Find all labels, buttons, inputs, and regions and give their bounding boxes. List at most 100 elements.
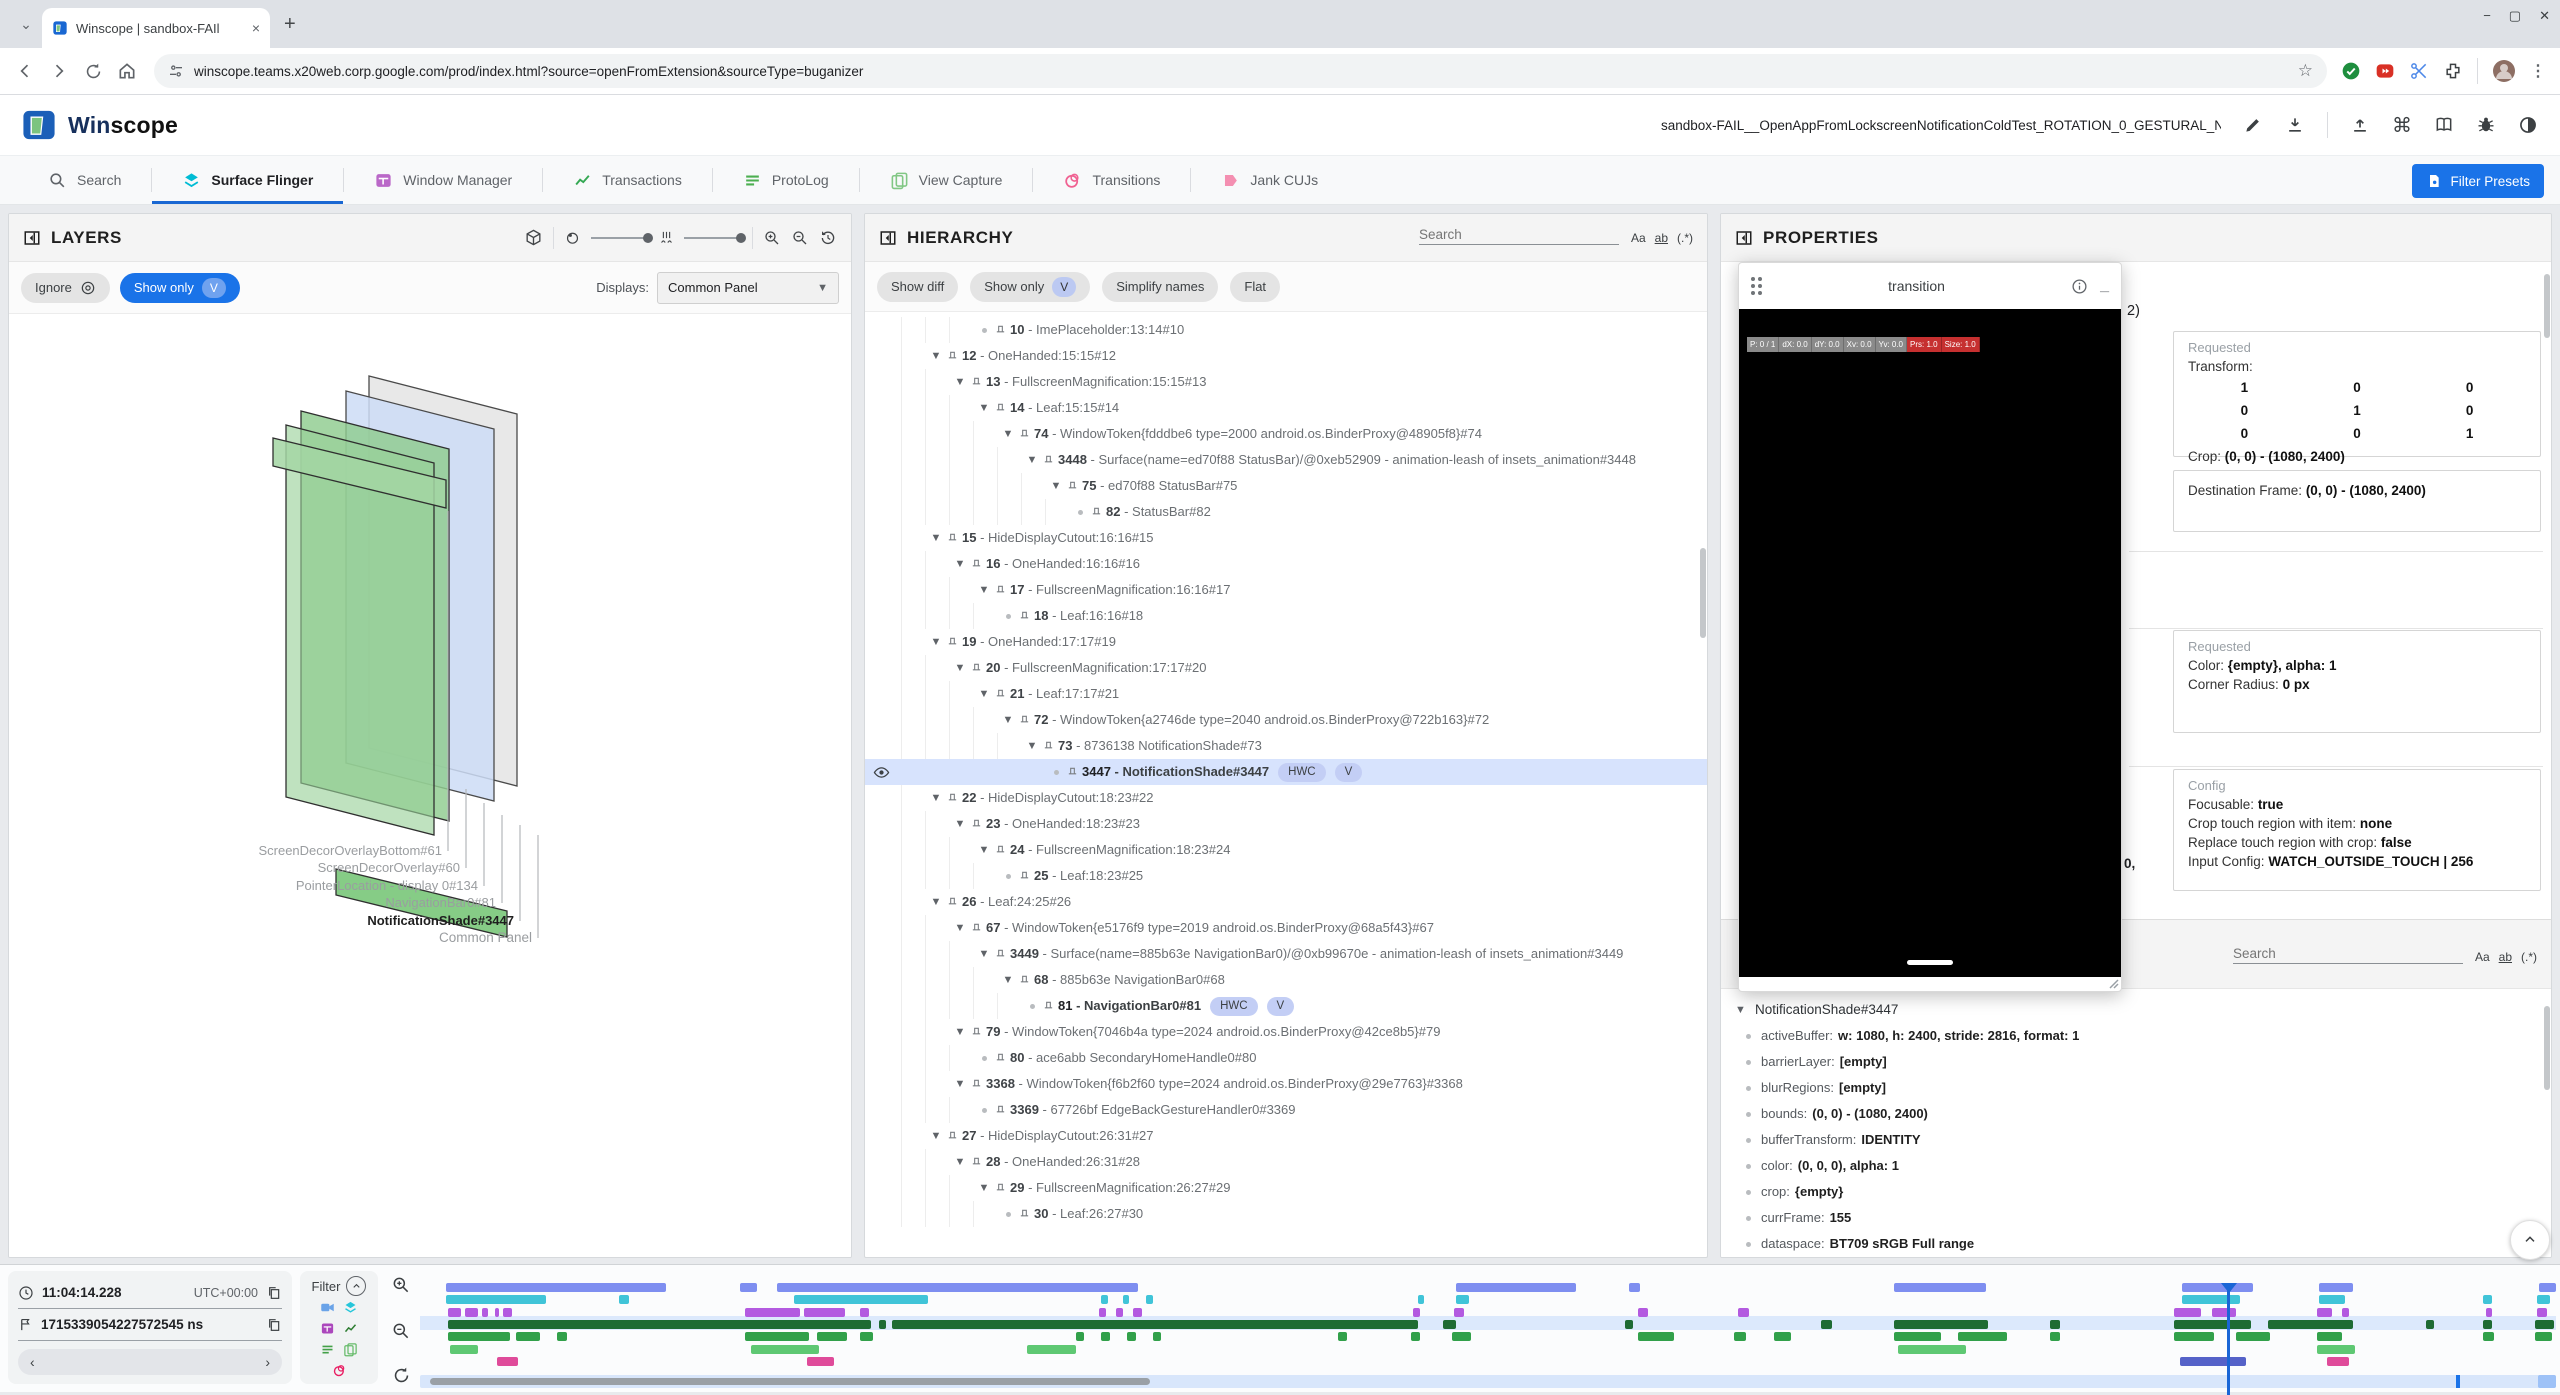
- home-icon[interactable]: [110, 54, 144, 88]
- tree-row[interactable]: 80 - ace6abb SecondaryHomeHandle0#80: [865, 1045, 1707, 1071]
- tree-row[interactable]: ▼67 - WindowToken{e5176f9 type=2019 andr…: [865, 915, 1707, 941]
- browser-menu-icon[interactable]: ⋮: [2530, 61, 2546, 81]
- transactions-track-segment[interactable]: [2483, 1320, 2492, 1329]
- window-minimize-icon[interactable]: −: [2483, 8, 2491, 24]
- window-manager-track-segment[interactable]: [465, 1308, 478, 1317]
- property-tree-row[interactable]: barrierLayer:[empty]: [1735, 1049, 2551, 1075]
- reload-icon[interactable]: [76, 54, 110, 88]
- transactions-track-segment[interactable]: [2174, 1320, 2251, 1329]
- protolog-track-segment[interactable]: [1894, 1332, 1941, 1341]
- expand-arrow-icon[interactable]: ▼: [949, 1071, 971, 1097]
- transitions-track-segment[interactable]: [497, 1357, 518, 1366]
- tree-row[interactable]: ▼3449 - Surface(name=885b63e NavigationB…: [865, 941, 1707, 967]
- expand-arrow-icon[interactable]: ▼: [973, 941, 995, 967]
- transactions-track-segment[interactable]: [1821, 1320, 1832, 1329]
- report-bug-icon[interactable]: [2476, 115, 2496, 135]
- regex-icon[interactable]: (.*): [1677, 231, 1693, 245]
- 3d-view-icon[interactable]: [524, 228, 543, 247]
- expand-arrow-icon[interactable]: ▼: [949, 1149, 971, 1175]
- transition-window-titlebar[interactable]: transition _: [1739, 263, 2121, 309]
- extension-scissors-icon[interactable]: [2409, 61, 2429, 81]
- surface-flinger-track-segment[interactable]: [2483, 1295, 2492, 1304]
- dark-mode-icon[interactable]: [2518, 115, 2538, 135]
- info-icon[interactable]: [2071, 278, 2088, 295]
- timeline-minimap[interactable]: [420, 1375, 2556, 1388]
- screen-recording-track-segment[interactable]: [2319, 1283, 2353, 1292]
- property-tree-row[interactable]: activeBuffer:w: 1080, h: 2400, stride: 2…: [1735, 1023, 2551, 1049]
- window-manager-track-segment[interactable]: [1099, 1308, 1105, 1317]
- protolog-track-segment[interactable]: [557, 1332, 568, 1341]
- protolog-track-segment[interactable]: [1958, 1332, 2007, 1341]
- layer-label[interactable]: Common Panel: [439, 930, 532, 945]
- transactions-track-segment[interactable]: [1443, 1320, 1456, 1329]
- expand-arrow-icon[interactable]: ▼: [997, 707, 1019, 733]
- extensions-puzzle-icon[interactable]: [2443, 61, 2463, 81]
- transitions-track-segment[interactable]: [807, 1357, 835, 1366]
- protolog-track-segment[interactable]: [2050, 1332, 2061, 1341]
- transactions-track-segment[interactable]: [2535, 1320, 2554, 1329]
- view-capture-track-segment[interactable]: [2317, 1345, 2355, 1354]
- match-word-icon[interactable]: ab: [1655, 231, 1668, 245]
- tree-row[interactable]: ▼19 - OneHanded:17:17#19: [865, 629, 1707, 655]
- tree-row-selected[interactable]: 3447 - NotificationShade#3447HWCV: [865, 759, 1707, 785]
- expand-arrow-icon[interactable]: ▼: [925, 1123, 947, 1149]
- new-tab-button[interactable]: +: [284, 14, 296, 34]
- surface-flinger-track-segment[interactable]: [1101, 1295, 1107, 1304]
- protolog-track-segment[interactable]: [516, 1332, 539, 1341]
- tree-row[interactable]: ▼22 - HideDisplayCutout:18:23#22: [865, 785, 1707, 811]
- surface-flinger-icon[interactable]: [343, 1300, 358, 1315]
- window-manager-icon[interactable]: [320, 1321, 335, 1336]
- protolog-track-segment[interactable]: [1153, 1332, 1162, 1341]
- protolog-track-segment[interactable]: [1101, 1332, 1110, 1341]
- tab-search-icon[interactable]: ⌄: [12, 10, 40, 38]
- extension-video-icon[interactable]: [2375, 61, 2395, 81]
- screen-recording-track-segment[interactable]: [1456, 1283, 1576, 1292]
- transition-screenshot-window[interactable]: transition _ P: 0 / 1dX: 0.0dY: 0.0Xv: 0…: [1738, 262, 2122, 992]
- window-manager-track-segment[interactable]: [745, 1308, 801, 1317]
- trace-tab-window-manager[interactable]: Window Manager: [344, 156, 542, 204]
- layer-label[interactable]: PointerLocation - display 0#134: [296, 878, 478, 893]
- window-manager-track-segment[interactable]: [495, 1308, 499, 1317]
- flat-button[interactable]: Flat: [1230, 272, 1280, 302]
- zoom-in-icon[interactable]: [763, 229, 781, 247]
- tree-row[interactable]: ▼72 - WindowToken{a2746de type=2040 andr…: [865, 707, 1707, 733]
- property-tree-row[interactable]: crop:{empty}: [1735, 1179, 2551, 1205]
- tree-row[interactable]: ▼75 - ed70f88 StatusBar#75: [865, 473, 1707, 499]
- property-tree-row[interactable]: currFrame:155: [1735, 1205, 2551, 1231]
- displays-select[interactable]: Common Panel ▼: [657, 272, 839, 304]
- show-only-v-button[interactable]: Show only V: [120, 273, 240, 303]
- protolog-track-segment[interactable]: [2535, 1332, 2552, 1341]
- zoom-out-icon[interactable]: [791, 229, 809, 247]
- surface-flinger-track-segment[interactable]: [2537, 1295, 2550, 1304]
- protolog-track-segment[interactable]: [2174, 1332, 2215, 1341]
- match-word-icon[interactable]: ab: [2499, 950, 2512, 964]
- view-capture-track-segment[interactable]: [751, 1345, 819, 1354]
- surface-flinger-track-segment[interactable]: [1146, 1295, 1152, 1304]
- screen-recording-track-segment[interactable]: [446, 1283, 666, 1292]
- tree-row[interactable]: ▼24 - FullscreenMagnification:18:23#24: [865, 837, 1707, 863]
- tree-row[interactable]: 82 - StatusBar#82: [865, 499, 1707, 525]
- protolog-icon[interactable]: [320, 1342, 335, 1357]
- property-tree-row[interactable]: bufferTransform:IDENTITY: [1735, 1127, 2551, 1153]
- transactions-track-segment[interactable]: [2050, 1320, 2061, 1329]
- screen-recording-track-segment[interactable]: [1629, 1283, 1640, 1292]
- expand-arrow-icon[interactable]: ▼: [973, 837, 995, 863]
- tree-row[interactable]: 30 - Leaf:26:27#30: [865, 1201, 1707, 1227]
- expand-arrow-icon[interactable]: ▼: [925, 525, 947, 551]
- hierarchy-search-input[interactable]: [1419, 225, 1619, 245]
- transitions-track-segment[interactable]: [2327, 1357, 2348, 1366]
- tree-row[interactable]: ▼20 - FullscreenMagnification:17:17#20: [865, 655, 1707, 681]
- trace-tab-view-capture[interactable]: View Capture: [860, 156, 1033, 204]
- layers-3d-view[interactable]: ScreenDecorOverlayBottom#61ScreenDecorOv…: [9, 315, 851, 1257]
- timeline-cursor[interactable]: [2227, 1283, 2230, 1395]
- copy-icon[interactable]: [266, 1317, 282, 1333]
- regex-icon[interactable]: (.*): [2521, 950, 2537, 964]
- screen-recording-track-segment[interactable]: [777, 1283, 1138, 1292]
- expand-arrow-icon[interactable]: ▼: [949, 811, 971, 837]
- transitions-icon[interactable]: [332, 1363, 347, 1378]
- properties-search-input[interactable]: [2233, 944, 2463, 964]
- window-manager-track-segment[interactable]: [1638, 1308, 1649, 1317]
- layer-label[interactable]: NotificationShade#3447: [367, 913, 514, 928]
- drag-handle-icon[interactable]: [1751, 277, 1762, 295]
- tree-row[interactable]: ▼14 - Leaf:15:15#14: [865, 395, 1707, 421]
